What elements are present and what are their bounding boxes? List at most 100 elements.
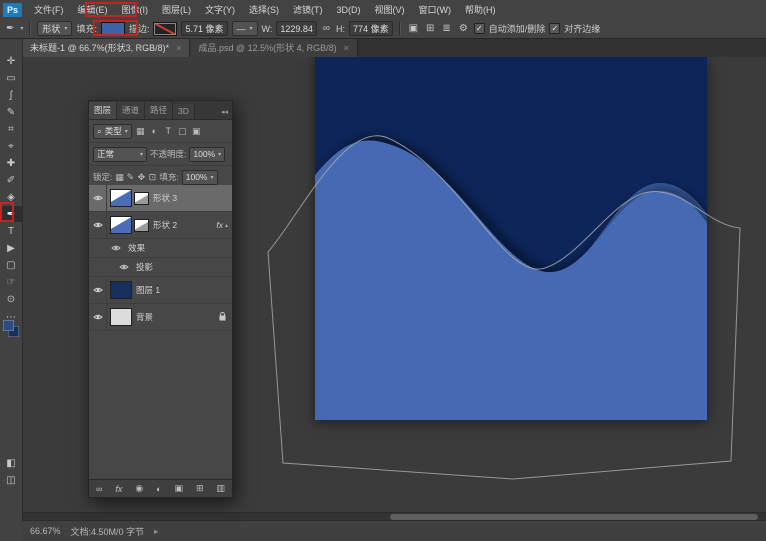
close-icon[interactable]: ×	[344, 43, 349, 53]
visibility-toggle[interactable]	[89, 185, 107, 211]
stroke-color-swatch[interactable]	[153, 22, 177, 36]
path-selection-tool[interactable]: ▶	[0, 240, 22, 256]
visibility-toggle[interactable]	[89, 277, 107, 303]
effects-label[interactable]: 效果	[128, 242, 145, 254]
lock-pixels-icon[interactable]: ✎	[126, 172, 134, 183]
layer-fx-badge[interactable]: fx	[216, 220, 223, 230]
filter-adjustment-icon[interactable]: ◐	[149, 126, 160, 136]
lasso-tool[interactable]: ʃ	[0, 87, 22, 103]
panel-collapse-icon[interactable]: ◂◂	[217, 108, 232, 119]
status-menu-arrow-icon[interactable]: ▸	[154, 527, 158, 536]
visibility-toggle[interactable]	[89, 212, 107, 238]
menu-edit[interactable]: 编辑(E)	[71, 3, 115, 16]
layer-thumbnail[interactable]	[110, 189, 132, 207]
filter-type-icon[interactable]: T	[163, 126, 174, 136]
visibility-toggle[interactable]	[115, 258, 132, 276]
menu-view[interactable]: 视图(V)	[368, 3, 412, 16]
layer-name[interactable]: 形状 3	[153, 192, 177, 204]
menu-file[interactable]: 文件(F)	[27, 3, 71, 16]
vector-mask-thumbnail[interactable]	[134, 192, 149, 205]
adjustment-layer-icon[interactable]: ◐	[156, 484, 161, 494]
fill-color-swatch[interactable]	[101, 22, 125, 36]
layer-row-layer1[interactable]: 图层 1	[89, 277, 232, 304]
path-arrangement-icon[interactable]: ≣	[440, 23, 452, 34]
eyedropper-tool[interactable]: ⌖	[0, 138, 22, 154]
shape-height-input[interactable]: 774 像素	[349, 21, 393, 36]
menu-select[interactable]: 选择(S)	[242, 3, 286, 16]
layer-thumbnail[interactable]	[110, 281, 132, 299]
layer-row-shape2[interactable]: 形状 2 fx ▴	[89, 212, 232, 239]
auto-add-delete-checkbox[interactable]: ✓	[474, 23, 485, 34]
path-operations-icon[interactable]: ▣	[407, 23, 420, 34]
move-tool[interactable]: ✛	[0, 53, 22, 69]
menu-image[interactable]: 图像(I)	[115, 3, 156, 16]
layer-name[interactable]: 图层 1	[136, 284, 160, 296]
vector-mask-thumbnail[interactable]	[134, 219, 149, 232]
menu-filter[interactable]: 滤镜(T)	[286, 3, 330, 16]
zoom-tool[interactable]: ⊙	[0, 291, 22, 307]
lock-all-icon[interactable]: ⊡	[148, 172, 156, 183]
menu-layer[interactable]: 图层(L)	[155, 3, 198, 16]
brush-tool[interactable]: ✐	[0, 172, 22, 188]
drop-shadow-label[interactable]: 投影	[136, 261, 153, 273]
menu-help[interactable]: 帮助(H)	[458, 3, 503, 16]
foreground-color-swatch[interactable]	[3, 320, 14, 331]
visibility-toggle[interactable]	[107, 239, 124, 257]
delete-layer-icon[interactable]: ▥	[216, 483, 225, 494]
marquee-tool[interactable]: ▭	[0, 70, 22, 86]
align-edges-checkbox[interactable]: ✓	[549, 23, 560, 34]
chevron-up-icon[interactable]: ▴	[225, 222, 228, 229]
lock-transparency-icon[interactable]: ▦	[115, 172, 123, 183]
filter-shape-icon[interactable]: ▢	[177, 126, 188, 137]
blend-mode-dropdown[interactable]: 正常 ▾	[93, 147, 147, 162]
document-canvas[interactable]	[315, 57, 707, 420]
hand-tool[interactable]: ☞	[0, 274, 22, 290]
layer-thumbnail[interactable]	[110, 308, 132, 326]
tab-3d[interactable]: 3D	[173, 104, 195, 119]
lock-position-icon[interactable]: ✥	[137, 172, 145, 183]
crop-tool[interactable]: ⌗	[0, 121, 22, 137]
layer-row-background[interactable]: 背景	[89, 304, 232, 331]
filter-type-dropdown[interactable]: ⌕ 类型 ▾	[93, 124, 132, 139]
quick-selection-tool[interactable]: ✎	[0, 104, 22, 120]
quick-mask-mode-icon[interactable]: ◧	[0, 455, 22, 471]
close-icon[interactable]: ×	[176, 43, 181, 53]
layer-name[interactable]: 形状 2	[153, 219, 177, 231]
tool-mode-dropdown[interactable]: 形状 ▾	[37, 21, 72, 36]
clone-stamp-tool[interactable]: ◈	[0, 189, 22, 205]
gear-icon[interactable]: ⚙	[457, 23, 470, 34]
screen-mode-icon[interactable]: ◫	[0, 472, 22, 488]
opacity-dropdown[interactable]: 100% ▾	[189, 147, 225, 162]
doc-tab-untitled[interactable]: 未标题-1 @ 66.7%(形状3, RGB/8)* ×	[22, 38, 190, 57]
tab-paths[interactable]: 路径	[145, 102, 173, 119]
menu-window[interactable]: 窗口(W)	[412, 3, 459, 16]
shape-tool[interactable]: ▢	[0, 257, 22, 273]
zoom-level[interactable]: 66.67%	[30, 526, 61, 536]
link-layers-icon[interactable]: ∞	[96, 484, 102, 494]
layer-group-icon[interactable]: ▣	[174, 483, 183, 494]
visibility-toggle[interactable]	[89, 304, 107, 330]
tab-layers[interactable]: 图层	[89, 102, 117, 119]
layer-name[interactable]: 背景	[136, 311, 153, 323]
layer-mask-icon[interactable]: ◉	[135, 483, 143, 494]
healing-brush-tool[interactable]: ✚	[0, 155, 22, 171]
shape-width-input[interactable]: 1229.84	[276, 21, 317, 36]
link-dimensions-icon[interactable]: ∞	[321, 23, 332, 34]
layer-row-effects[interactable]: 效果	[89, 239, 232, 258]
tab-channels[interactable]: 通道	[117, 102, 145, 119]
fill-opacity-dropdown[interactable]: 100% ▾	[182, 170, 218, 185]
stroke-width-input[interactable]: 5.71 像素	[181, 21, 227, 36]
menu-3d[interactable]: 3D(D)	[330, 5, 368, 15]
path-alignment-icon[interactable]: ⊞	[424, 23, 436, 34]
new-layer-icon[interactable]: ⊞	[196, 483, 204, 494]
filter-smartobject-icon[interactable]: ▣	[191, 126, 202, 137]
menu-type[interactable]: 文字(Y)	[198, 3, 242, 16]
filter-pixel-icon[interactable]: ▦	[135, 126, 146, 137]
type-tool[interactable]: T	[0, 223, 22, 239]
pen-tool[interactable]: ✒	[0, 206, 22, 222]
layer-row-drop-shadow[interactable]: 投影	[89, 258, 232, 277]
doc-tab-chengpin[interactable]: 成品.psd @ 12.5%(形状 4, RGB/8) ×	[190, 38, 357, 57]
stroke-style-dropdown[interactable]: — ▾	[232, 21, 258, 36]
layer-style-icon[interactable]: fx	[115, 484, 122, 494]
layer-row-shape3[interactable]: 形状 3	[89, 185, 232, 212]
